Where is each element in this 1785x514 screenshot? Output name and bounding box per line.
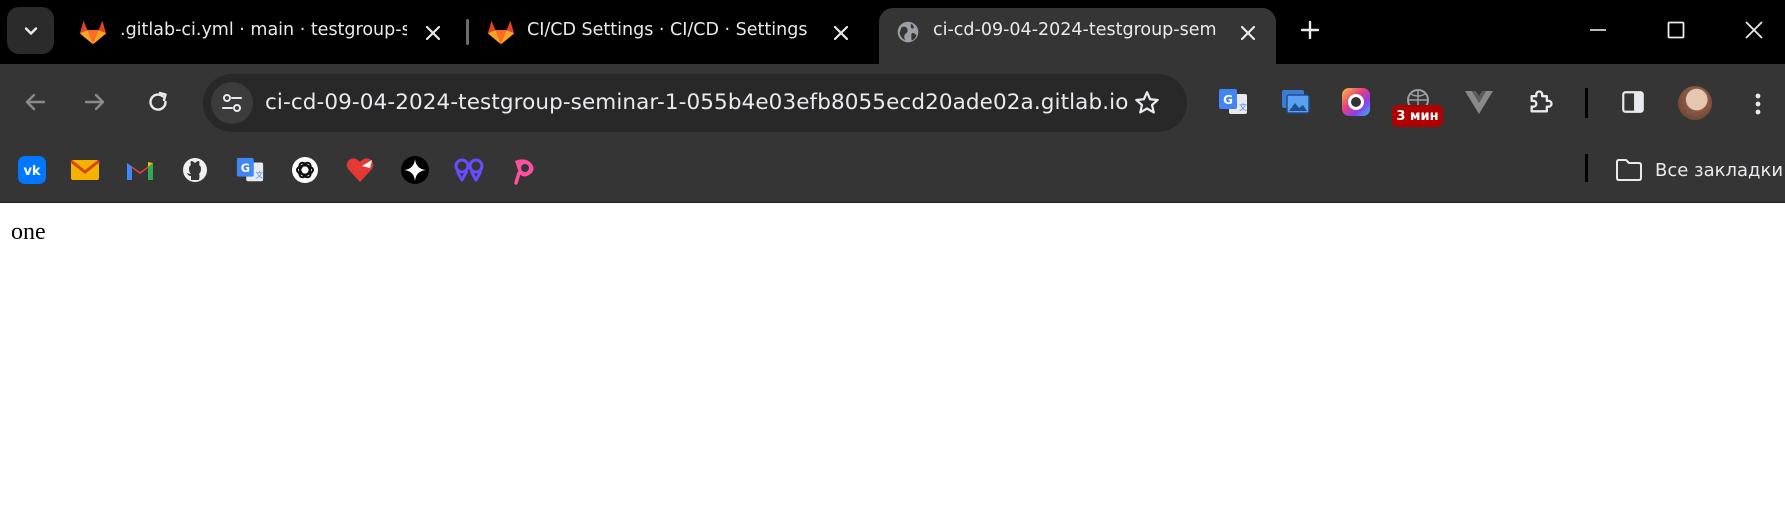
bookmark-google-translate[interactable]: G 文 (234, 154, 266, 186)
page-body-text: one (11, 219, 46, 245)
pinwheel-icon (514, 159, 534, 185)
new-tab-button[interactable] (1294, 14, 1326, 46)
chevron-down-icon (24, 26, 37, 35)
tab-title: .gitlab-ci.yml · main · testgroup-semina… (120, 20, 407, 40)
gmail-icon (127, 162, 153, 180)
sparkle-icon (401, 156, 429, 184)
plus-icon (1300, 20, 1320, 40)
image-gallery-icon (1282, 90, 1310, 114)
bookmark-star-button[interactable] (1131, 87, 1163, 119)
bookmark-sparkle[interactable] (399, 154, 431, 186)
bookmarks-bar: vk G 文 Все закладки (0, 142, 1785, 203)
svg-text:G: G (241, 162, 250, 175)
bookmark-openai[interactable] (289, 154, 321, 186)
arrow-left-icon (25, 93, 46, 111)
close-tab-button[interactable] (1235, 20, 1261, 46)
color-picker-extension[interactable] (1339, 85, 1373, 119)
tab-title: ci-cd-09-04-2024-testgroup-seminar (933, 20, 1217, 40)
extension-badge: 3 мин (1392, 105, 1443, 127)
bookmark-vk[interactable]: vk (16, 154, 48, 186)
screenshot-extension[interactable] (1278, 85, 1312, 119)
heart-icon (346, 158, 374, 182)
reload-button[interactable] (140, 84, 176, 120)
svg-text:G: G (1223, 93, 1233, 107)
bookmark-glasses[interactable] (453, 154, 485, 186)
site-info-button[interactable] (211, 82, 253, 124)
gitlab-icon (487, 20, 515, 45)
tune-icon (222, 94, 242, 112)
tab-strip: .gitlab-ci.yml · main · testgroup-semina… (0, 0, 1785, 64)
minimize-button[interactable] (1578, 10, 1618, 50)
close-icon (425, 25, 441, 41)
bookmark-mail[interactable] (69, 154, 101, 186)
vk-icon: vk (18, 156, 46, 184)
extensions-menu-button[interactable] (1524, 85, 1558, 119)
google-translate-icon: G 文 (236, 157, 264, 182)
tab-search-button[interactable] (7, 7, 54, 54)
more-vertical-icon (1755, 93, 1761, 115)
tab-cicd-settings[interactable]: CI/CD Settings · CI/CD · Settings · test… (486, 8, 860, 64)
google-translate-icon: G 文 (1219, 89, 1247, 114)
close-window-button[interactable] (1734, 10, 1774, 50)
forward-button[interactable] (77, 84, 113, 120)
browser-toolbar: ci-cd-09-04-2024-testgroup-seminar-1-055… (0, 64, 1785, 142)
svg-text:文: 文 (256, 170, 264, 180)
globe-icon (897, 21, 919, 43)
glasses-icon (454, 158, 484, 182)
tab-gitlab-ci-yml[interactable]: .gitlab-ci.yml · main · testgroup-semina… (78, 8, 458, 64)
svg-text:vk: vk (23, 164, 40, 179)
openai-icon (292, 157, 318, 183)
all-bookmarks-label: Все закладки (1655, 159, 1784, 181)
close-tab-button[interactable] (828, 20, 854, 46)
reload-icon (149, 91, 167, 111)
all-bookmarks-button[interactable]: Все закладки (1615, 153, 1783, 187)
close-icon (1240, 25, 1256, 41)
color-wheel-icon (1342, 88, 1370, 116)
address-bar[interactable]: ci-cd-09-04-2024-testgroup-seminar-1-055… (203, 74, 1187, 132)
profile-avatar[interactable] (1678, 86, 1712, 120)
side-panel-icon (1622, 91, 1644, 113)
maximize-icon (1667, 21, 1685, 39)
vue-icon (1465, 91, 1493, 114)
github-icon (183, 158, 207, 182)
tab-title: CI/CD Settings · CI/CD · Settings · test… (527, 20, 812, 40)
maximize-button[interactable] (1656, 10, 1696, 50)
tab-gitlab-pages[interactable]: ci-cd-09-04-2024-testgroup-seminar (879, 8, 1276, 64)
mail-icon (70, 159, 100, 180)
page-content: one (0, 203, 1785, 514)
arrow-right-icon (84, 93, 105, 111)
svg-text:文: 文 (1239, 102, 1247, 112)
tab-separator (466, 19, 469, 45)
star-icon (1135, 91, 1159, 114)
bookmark-pinwheel[interactable] (508, 154, 540, 186)
close-icon (833, 25, 849, 41)
close-tab-button[interactable] (420, 20, 446, 46)
bookmarks-divider (1585, 154, 1588, 182)
vue-devtools-extension[interactable] (1462, 85, 1496, 119)
browser-menu-button[interactable] (1740, 86, 1776, 122)
toolbar-divider (1585, 88, 1588, 118)
url-text[interactable]: ci-cd-09-04-2024-testgroup-seminar-1-055… (265, 90, 1128, 115)
back-button[interactable] (17, 84, 53, 120)
minimize-icon (1590, 29, 1606, 31)
bookmark-gmail[interactable] (124, 154, 156, 186)
bookmark-github[interactable] (179, 154, 211, 186)
gitlab-icon (79, 20, 107, 45)
close-icon (1745, 21, 1763, 39)
puzzle-icon (1530, 90, 1553, 113)
google-translate-extension[interactable]: G 文 (1216, 85, 1250, 119)
bookmark-heart[interactable] (344, 154, 376, 186)
folder-icon (1616, 159, 1642, 181)
side-panel-button[interactable] (1616, 85, 1650, 119)
